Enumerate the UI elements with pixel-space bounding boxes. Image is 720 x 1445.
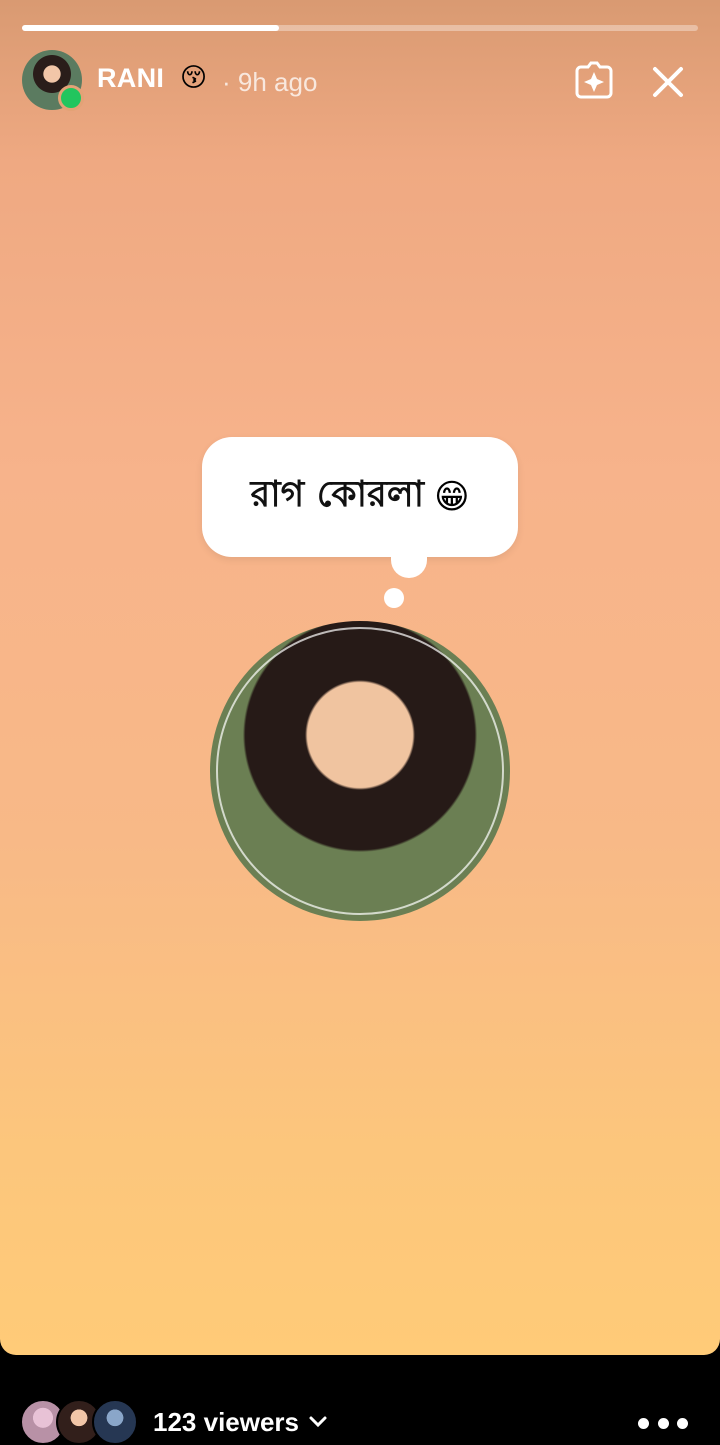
story-viewer[interactable]: RANI 😚 · 9h ago রাগ কোরলা 😁 bbox=[0, 0, 720, 1355]
speech-bubble-dot bbox=[384, 588, 404, 608]
story-progress-bar bbox=[22, 25, 698, 31]
profile-photo-outline bbox=[216, 627, 504, 915]
more-options-dot bbox=[657, 1417, 669, 1429]
username-emoji: 😚 bbox=[180, 62, 208, 92]
chevron-down-icon[interactable] bbox=[308, 1415, 328, 1429]
online-status-indicator bbox=[58, 85, 84, 111]
story-timestamp: · 9h ago bbox=[222, 67, 318, 97]
close-icon bbox=[653, 67, 683, 97]
story-footer: 123 viewers bbox=[0, 1355, 720, 1445]
more-options-button[interactable] bbox=[638, 1415, 688, 1431]
more-options-dot bbox=[677, 1417, 688, 1429]
viewers-count[interactable]: 123 viewers bbox=[153, 1407, 299, 1438]
viewer-avatar bbox=[92, 1399, 138, 1445]
sticker-emoji: 😁 bbox=[434, 478, 470, 516]
story-header: RANI 😚 · 9h ago bbox=[22, 50, 698, 112]
close-button[interactable] bbox=[644, 58, 692, 106]
story-progress-fill bbox=[22, 25, 279, 31]
sparkle-icon bbox=[575, 61, 613, 99]
viewer-avatars[interactable] bbox=[20, 1399, 140, 1445]
sticker-text: রাগ কোরলা bbox=[250, 474, 425, 515]
profile-photo-sticker[interactable] bbox=[210, 621, 510, 921]
effect-button[interactable] bbox=[570, 58, 618, 106]
speech-bubble-sticker[interactable]: রাগ কোরলা 😁 bbox=[202, 437, 518, 557]
more-options-icon bbox=[638, 1417, 649, 1429]
username[interactable]: RANI bbox=[97, 63, 164, 94]
speech-bubble-tail bbox=[391, 552, 427, 578]
